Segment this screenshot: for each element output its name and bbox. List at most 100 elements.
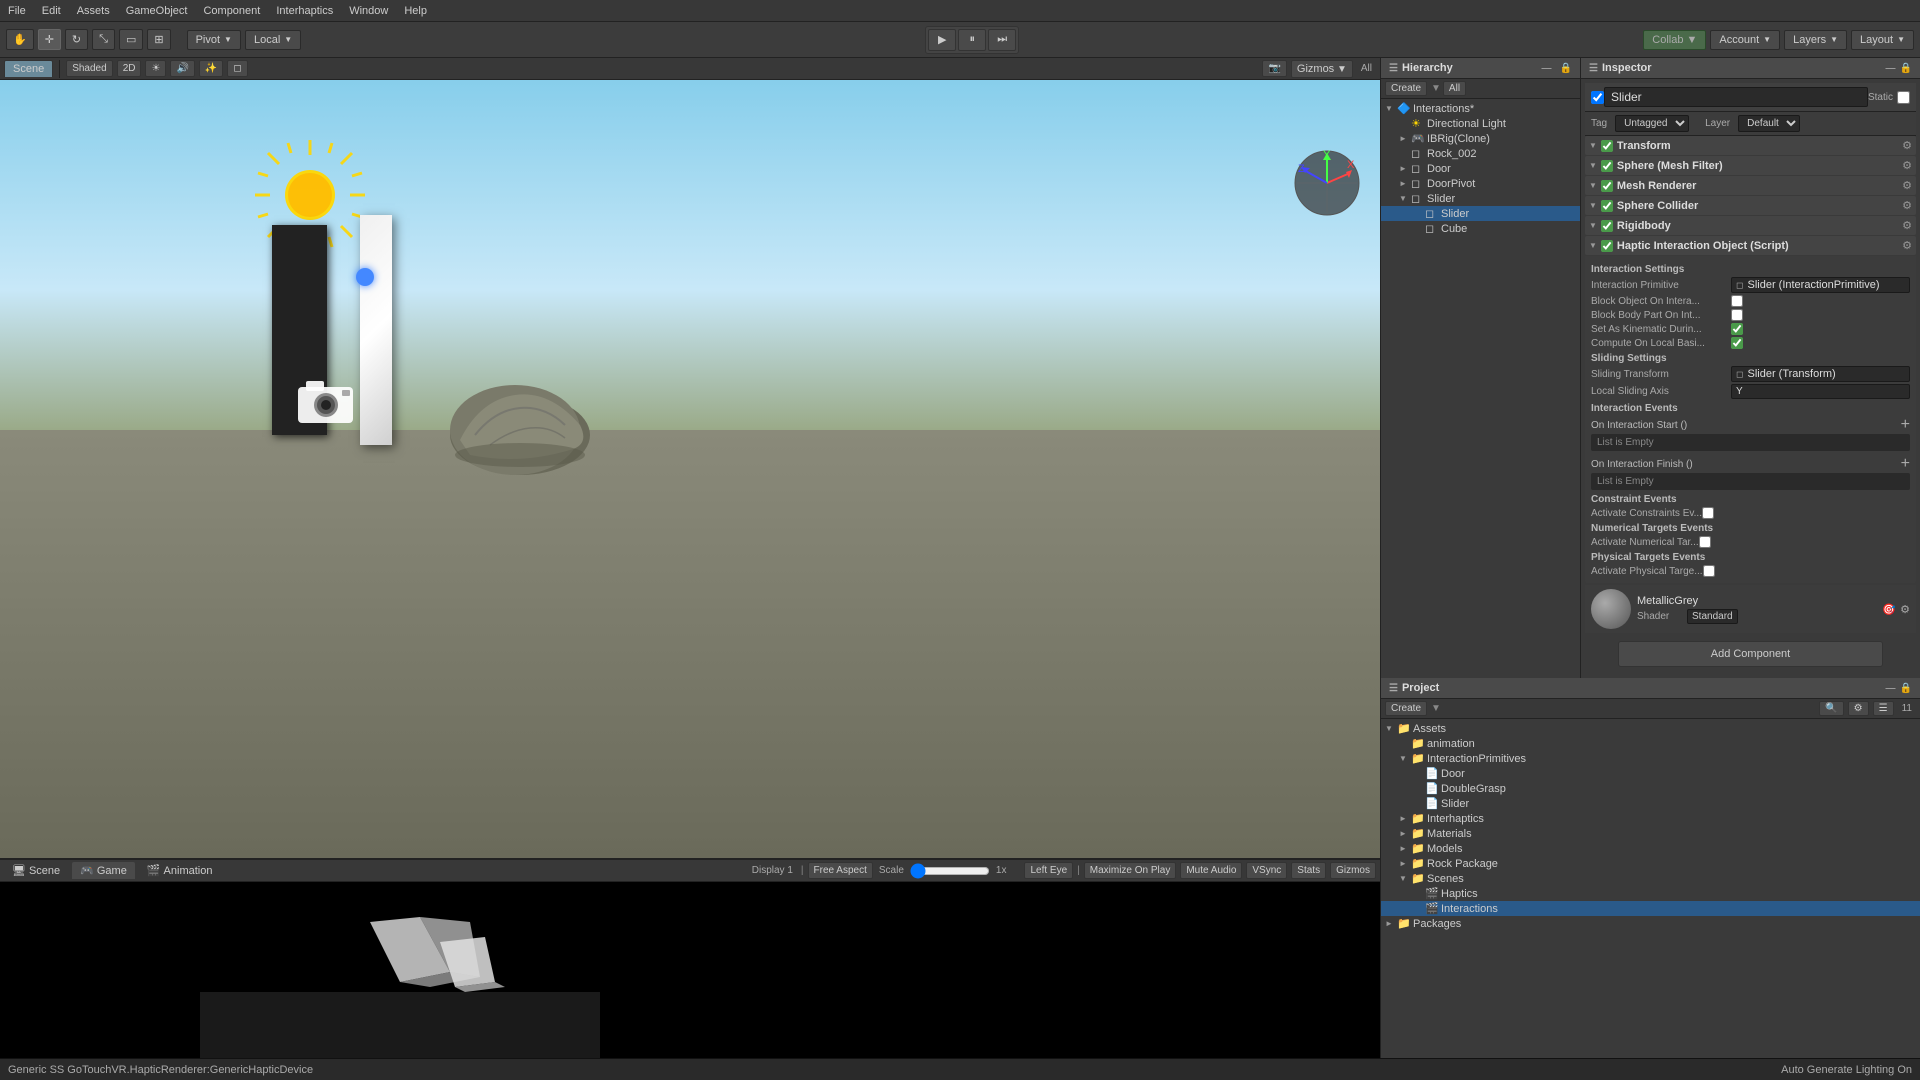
gizmos-game-btn[interactable]: Gizmos [1330, 862, 1376, 879]
tab-scene[interactable]: Scene [4, 60, 53, 77]
free-aspect-btn[interactable]: Free Aspect [808, 862, 873, 879]
collab-button[interactable]: Collab ▼ [1643, 30, 1706, 50]
transform-check[interactable] [1601, 140, 1613, 152]
proj-item-scenes[interactable]: ▼ 📁 Scenes [1381, 871, 1920, 886]
camera-btn[interactable]: 📷 [1262, 60, 1286, 77]
proj-item-interactions-scene[interactable]: 🎬 Interactions [1381, 901, 1920, 916]
proj-filter-btn[interactable]: ⚙ [1848, 701, 1869, 716]
layout-dropdown[interactable]: Layout [1851, 30, 1914, 50]
haptic-check[interactable] [1601, 240, 1613, 252]
project-lock-btn[interactable]: 🔒 [1900, 683, 1912, 694]
hier-item-rock[interactable]: ◻ Rock_002 [1381, 146, 1580, 161]
stats-btn[interactable]: Stats [1291, 862, 1326, 879]
proj-create-btn[interactable]: Create [1385, 701, 1427, 716]
tab-game[interactable]: 🎮Game [72, 862, 135, 879]
menu-file[interactable]: File [0, 3, 34, 19]
proj-item-doublegrasp[interactable]: 📄 DoubleGrasp [1381, 781, 1920, 796]
proj-search-btn[interactable]: 🔍 [1819, 701, 1843, 716]
move-tool-btn[interactable]: ✛ [38, 29, 61, 50]
hier-item-slider-parent[interactable]: ▼ ◻ Slider [1381, 191, 1580, 206]
menu-edit[interactable]: Edit [34, 3, 69, 19]
transform-settings-icon[interactable]: ⚙ [1902, 139, 1912, 152]
menu-interhaptics[interactable]: Interhaptics [268, 3, 341, 19]
static-check[interactable] [1897, 91, 1910, 104]
proj-item-interactionprimitives[interactable]: ▼ 📁 InteractionPrimitives [1381, 751, 1920, 766]
proj-item-models[interactable]: ► 📁 Models [1381, 841, 1920, 856]
proj-item-assets[interactable]: ▼ 📁 Assets [1381, 721, 1920, 736]
slider-object[interactable] [360, 215, 392, 445]
proj-layout-btn[interactable]: ☰ [1873, 701, 1894, 716]
compute-local-check[interactable] [1731, 337, 1743, 349]
menu-window[interactable]: Window [341, 3, 396, 19]
activate-physical-check[interactable] [1703, 565, 1715, 577]
proj-item-interhaptics[interactable]: ► 📁 Interhaptics [1381, 811, 1920, 826]
transform-header[interactable]: ▼ Transform ⚙ [1585, 136, 1916, 155]
material-target-icon[interactable]: 🎯 [1882, 603, 1896, 616]
rigidbody-check[interactable] [1601, 220, 1613, 232]
hierarchy-collapse-btn[interactable]: — [1542, 63, 1552, 74]
inspector-lock-btn[interactable]: 🔒 [1900, 63, 1912, 74]
inspector-name-input[interactable] [1604, 87, 1868, 107]
local-axis-value[interactable]: Y [1731, 384, 1910, 399]
sphere-filter-settings-icon[interactable]: ⚙ [1902, 159, 1912, 172]
shading-btn[interactable]: Shaded [66, 60, 112, 77]
2d-btn[interactable]: 2D [117, 60, 142, 77]
hier-all-btn[interactable]: All [1443, 81, 1466, 96]
menu-help[interactable]: Help [396, 3, 435, 19]
step-button[interactable]: ⏭ [988, 29, 1016, 51]
layers-dropdown[interactable]: Layers [1784, 30, 1847, 50]
slider-marker[interactable] [356, 268, 374, 286]
mesh-renderer-check[interactable] [1601, 180, 1613, 192]
transform-tool-btn[interactable]: ⊞ [147, 29, 170, 50]
local-dropdown[interactable]: Local [245, 30, 301, 50]
rigidbody-header[interactable]: ▼ Rigidbody ⚙ [1585, 216, 1916, 235]
rigidbody-settings-icon[interactable]: ⚙ [1902, 219, 1912, 232]
material-settings-icon[interactable]: ⚙ [1900, 603, 1910, 616]
mute-audio-btn[interactable]: Mute Audio [1180, 862, 1242, 879]
proj-item-animation[interactable]: 📁 animation [1381, 736, 1920, 751]
tab-animation[interactable]: 🎬Animation [139, 862, 221, 879]
layer-select[interactable]: Default [1738, 115, 1800, 132]
scene-hide-btn[interactable]: ◻ [227, 60, 247, 77]
lighting-btn[interactable]: ☀ [145, 60, 166, 77]
maximize-btn[interactable]: Maximize On Play [1084, 862, 1177, 879]
sphere-collider-header[interactable]: ▼ Sphere Collider ⚙ [1585, 196, 1916, 215]
project-collapse-btn[interactable]: — [1886, 683, 1896, 694]
scale-slider[interactable] [910, 863, 990, 879]
pause-button[interactable]: ⏸ [958, 29, 986, 51]
proj-item-rock-package[interactable]: ► 📁 Rock Package [1381, 856, 1920, 871]
hand-tool-btn[interactable]: ✋ [6, 29, 34, 50]
scene-canvas[interactable]: X Y Z [0, 80, 1380, 858]
sliding-transform-value[interactable]: ◻ Slider (Transform) [1731, 366, 1910, 382]
activate-numerical-check[interactable] [1699, 536, 1711, 548]
hier-item-directional-light[interactable]: ☀ Directional Light [1381, 116, 1580, 131]
hierarchy-lock-btn[interactable]: 🔒 [1560, 63, 1572, 74]
mesh-renderer-header[interactable]: ▼ Mesh Renderer ⚙ [1585, 176, 1916, 195]
scale-tool-btn[interactable]: ⤡ [92, 29, 115, 50]
pivot-dropdown[interactable]: Pivot [187, 30, 241, 50]
haptic-header[interactable]: ▼ Haptic Interaction Object (Script) ⚙ [1585, 236, 1916, 255]
mesh-renderer-settings-icon[interactable]: ⚙ [1902, 179, 1912, 192]
rotate-tool-btn[interactable]: ↻ [65, 29, 88, 50]
interaction-prim-value[interactable]: ◻ Slider (InteractionPrimitive) [1731, 277, 1910, 293]
hier-create-btn[interactable]: Create [1385, 81, 1427, 96]
rect-tool-btn[interactable]: ▭ [119, 29, 143, 50]
sphere-filter-header[interactable]: ▼ Sphere (Mesh Filter) ⚙ [1585, 156, 1916, 175]
menu-assets[interactable]: Assets [69, 3, 118, 19]
menu-component[interactable]: Component [195, 3, 268, 19]
inspector-collapse-btn[interactable]: — [1886, 63, 1896, 74]
hier-item-slider-sel[interactable]: ◻ Slider [1381, 206, 1580, 221]
hier-item-doorpivot[interactable]: ► ◻ DoorPivot [1381, 176, 1580, 191]
hier-item-ibrig[interactable]: ► 🎮 IBRig(Clone) [1381, 131, 1580, 146]
block-body-check[interactable] [1731, 309, 1743, 321]
sphere-collider-settings-icon[interactable]: ⚙ [1902, 199, 1912, 212]
proj-item-materials[interactable]: ► 📁 Materials [1381, 826, 1920, 841]
gizmos-btn[interactable]: Gizmos ▼ [1291, 60, 1353, 78]
sphere-collider-check[interactable] [1601, 200, 1613, 212]
proj-item-packages[interactable]: ► 📁 Packages [1381, 916, 1920, 931]
add-component-button[interactable]: Add Component [1618, 641, 1883, 667]
play-button[interactable]: ▶ [928, 29, 956, 51]
audio-btn[interactable]: 🔊 [170, 60, 194, 77]
compass-widget[interactable]: X Y Z [1292, 148, 1362, 221]
left-eye-btn[interactable]: Left Eye [1024, 862, 1073, 879]
